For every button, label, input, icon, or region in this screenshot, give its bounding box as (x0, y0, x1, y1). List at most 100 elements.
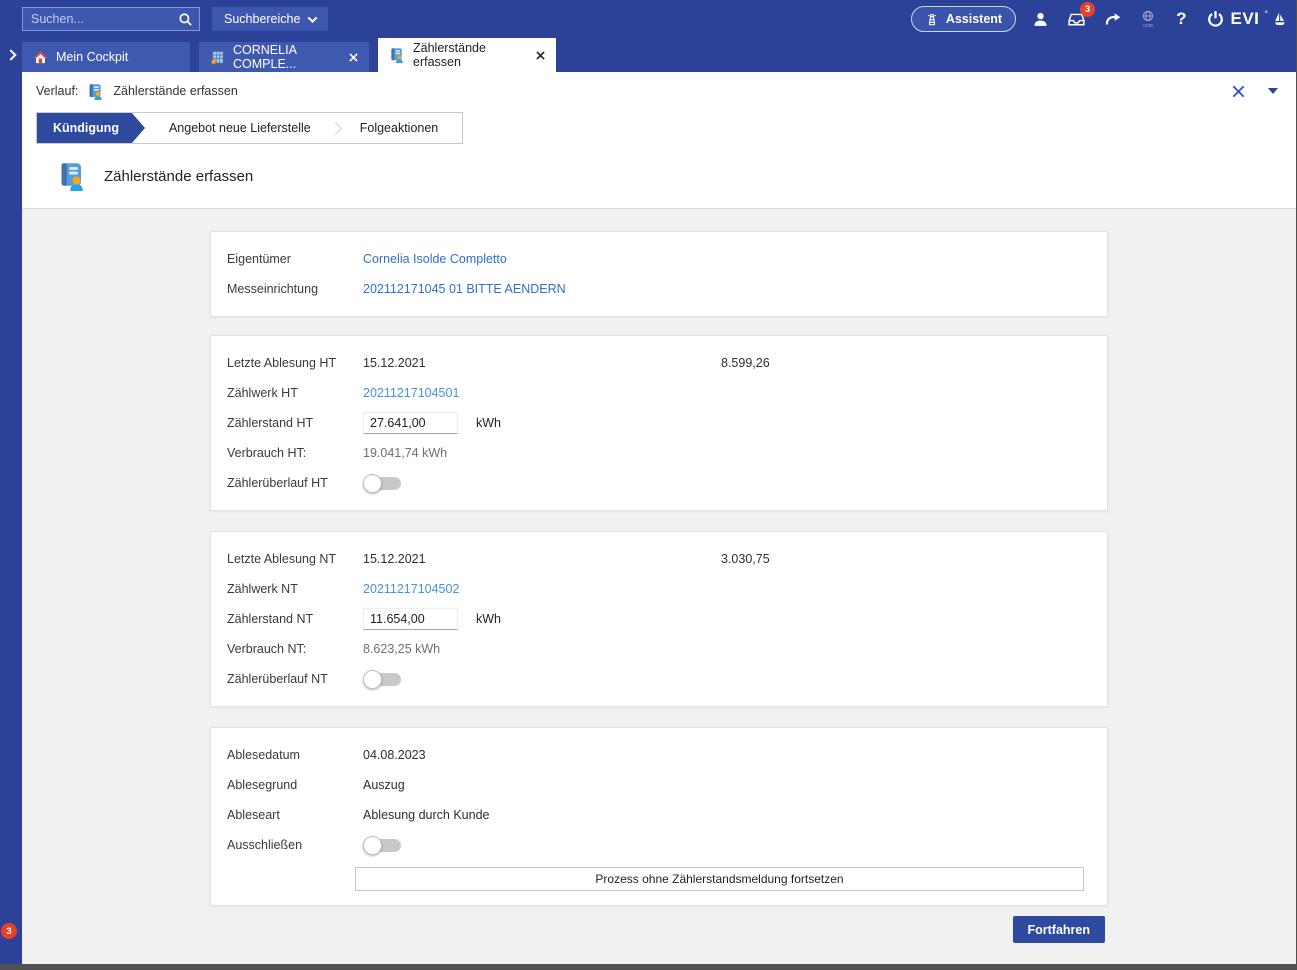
overflow-row: Zählerüberlauf NT (227, 664, 1091, 694)
brand-degree-mark: ° (1264, 9, 1268, 19)
page-title-row: Zählerstände erfassen (22, 144, 1296, 208)
exclude-toggle[interactable] (363, 836, 403, 855)
overflow-toggle-nt[interactable] (363, 670, 403, 689)
body: 3 Verlauf: Zählerstände erfassen (0, 72, 1296, 964)
owner-link[interactable]: Cornelia Isolde Completto (363, 252, 507, 266)
step-angebot-neue-lieferstelle[interactable]: Angebot neue Lieferstelle (145, 113, 335, 143)
tab-mein-cockpit[interactable]: Mein Cockpit (22, 42, 190, 72)
field-label: Zählerstand HT (227, 416, 363, 430)
owner-row: Eigentümer Cornelia Isolde Completto (227, 244, 1091, 274)
assistant-label: Assistent (946, 12, 1002, 26)
reading-type-value: Ablesung durch Kunde (363, 808, 489, 822)
redo-button[interactable] (1100, 7, 1124, 31)
step-kuendigung[interactable]: Kündigung (37, 113, 145, 143)
brand-logo: EVI° (1206, 9, 1286, 29)
user-icon (1032, 11, 1049, 28)
nt-card: Letzte Ablesung NT 15.12.2021 3.030,75 Z… (210, 531, 1108, 707)
skip-reading-button[interactable]: Prozess ohne Zählerstandsmeldung fortset… (355, 867, 1084, 891)
ht-card: Letzte Ablesung HT 15.12.2021 8.599,26 Z… (210, 335, 1108, 511)
inbox-button[interactable]: 3 (1064, 7, 1088, 31)
tab-label: Zählerstände erfassen (413, 41, 520, 69)
reading-date-row: Ablesedatum 04.08.2023 (227, 740, 1091, 770)
step-label: Folgeaktionen (360, 121, 439, 135)
reading-date-value: 04.08.2023 (363, 748, 426, 762)
field-label: Verbrauch NT: (227, 642, 363, 656)
history-item[interactable]: Zählerstände erfassen (113, 84, 237, 98)
reading-reason-value: Auszug (363, 778, 405, 792)
close-process-icon[interactable] (1232, 85, 1245, 98)
register-link[interactable]: 20211217104501 (363, 386, 459, 400)
overflow-row: Zählerüberlauf HT (227, 468, 1091, 498)
field-label: Ablesedatum (227, 748, 363, 762)
page-title: Zählerstände erfassen (104, 168, 253, 185)
history-dropdown-icon[interactable] (1268, 88, 1278, 94)
measuring-device-row: Messeinrichtung 202112171045 01 BITTE AE… (227, 274, 1091, 304)
exclude-row: Ausschließen (227, 830, 1091, 860)
reading-input-nt[interactable] (363, 608, 458, 630)
step-folgeaktionen[interactable]: Folgeaktionen (336, 113, 463, 143)
history-row: Verlauf: Zählerstände erfassen (22, 72, 1296, 110)
close-icon[interactable] (341, 53, 358, 62)
reading-reason-row: Ablesegrund Auszug (227, 770, 1091, 800)
process-steps: Kündigung Angebot neue Lieferstelle Folg… (36, 112, 463, 144)
overflow-toggle-ht[interactable] (363, 474, 403, 493)
meter-reading-icon (87, 83, 104, 100)
tab-label: Mein Cockpit (56, 50, 128, 64)
reading-input-ht[interactable] (363, 412, 458, 434)
power-icon[interactable] (1206, 10, 1225, 29)
content-panel: Verlauf: Zählerstände erfassen (22, 72, 1296, 964)
tab-bar: Mein Cockpit CORNELIA COMPLE... (0, 38, 1296, 72)
tab-zaehlerstaende-erfassen[interactable]: Zählerstände erfassen (378, 38, 556, 72)
search-box[interactable] (22, 7, 200, 31)
field-label: Ausschließen (227, 838, 363, 852)
chevron-down-icon (308, 13, 318, 23)
toggle-knob (363, 836, 382, 855)
reading-meta-card: Ablesedatum 04.08.2023 Ablesegrund Auszu… (210, 727, 1108, 906)
last-reading-date: 15.12.2021 (363, 552, 721, 566)
app-window: Suchbereiche Assistent (0, 0, 1297, 970)
chevron-right-icon (5, 49, 16, 60)
tab-cornelia-customer[interactable]: CORNELIA COMPLE... (199, 42, 369, 72)
meter-reading-icon (389, 47, 405, 63)
home-icon (33, 50, 48, 65)
reading-row: Zählerstand NT kWh (227, 604, 1091, 634)
cmd-globe-button[interactable]: CMD (1136, 7, 1160, 31)
user-profile-button[interactable] (1028, 7, 1052, 31)
field-label: Zählwerk HT (227, 386, 363, 400)
history-label: Verlauf: (36, 84, 78, 98)
last-reading-value: 3.030,75 (721, 552, 770, 566)
measuring-device-link[interactable]: 202112171045 01 BITTE AENDERN (363, 282, 566, 296)
help-button[interactable]: ? (1172, 9, 1190, 29)
field-label: Letzte Ablesung HT (227, 356, 363, 370)
search-scopes-dropdown[interactable]: Suchbereiche (212, 7, 328, 31)
field-label: Zählwerk NT (227, 582, 363, 596)
last-reading-row: Letzte Ablesung HT 15.12.2021 8.599,26 (227, 348, 1091, 378)
close-icon[interactable] (528, 51, 545, 60)
field-label: Messeinrichtung (227, 282, 363, 296)
last-reading-value: 8.599,26 (721, 356, 770, 370)
search-scopes-label: Suchbereiche (224, 12, 300, 26)
continue-button[interactable]: Fortfahren (1013, 916, 1106, 943)
field-label: Zählerstand NT (227, 612, 363, 626)
assistant-button[interactable]: Assistent (911, 6, 1016, 32)
register-row: Zählwerk NT 20211217104502 (227, 574, 1091, 604)
actions-row: Fortfahren (210, 916, 1108, 943)
sidebar-expand-button[interactable] (0, 40, 22, 70)
last-reading-date: 15.12.2021 (363, 356, 721, 370)
globe-icon: CMD (1140, 10, 1156, 29)
field-label: Zählerüberlauf NT (227, 672, 363, 686)
lighthouse-icon (925, 12, 939, 27)
field-label: Ablesegrund (227, 778, 363, 792)
search-icon[interactable] (178, 12, 193, 27)
last-reading-row: Letzte Ablesung NT 15.12.2021 3.030,75 (227, 544, 1091, 574)
unit-label: kWh (476, 612, 501, 626)
sidebar-notification-badge[interactable]: 3 (1, 923, 17, 939)
meter-reading-icon (57, 161, 87, 191)
svg-text:CMD: CMD (1143, 23, 1154, 28)
register-link[interactable]: 20211217104502 (363, 582, 459, 596)
search-input[interactable] (31, 12, 178, 26)
field-label: Ableseart (227, 808, 363, 822)
field-label: Letzte Ablesung NT (227, 552, 363, 566)
field-label: Eigentümer (227, 252, 363, 266)
owner-card: Eigentümer Cornelia Isolde Completto Mes… (210, 231, 1108, 317)
